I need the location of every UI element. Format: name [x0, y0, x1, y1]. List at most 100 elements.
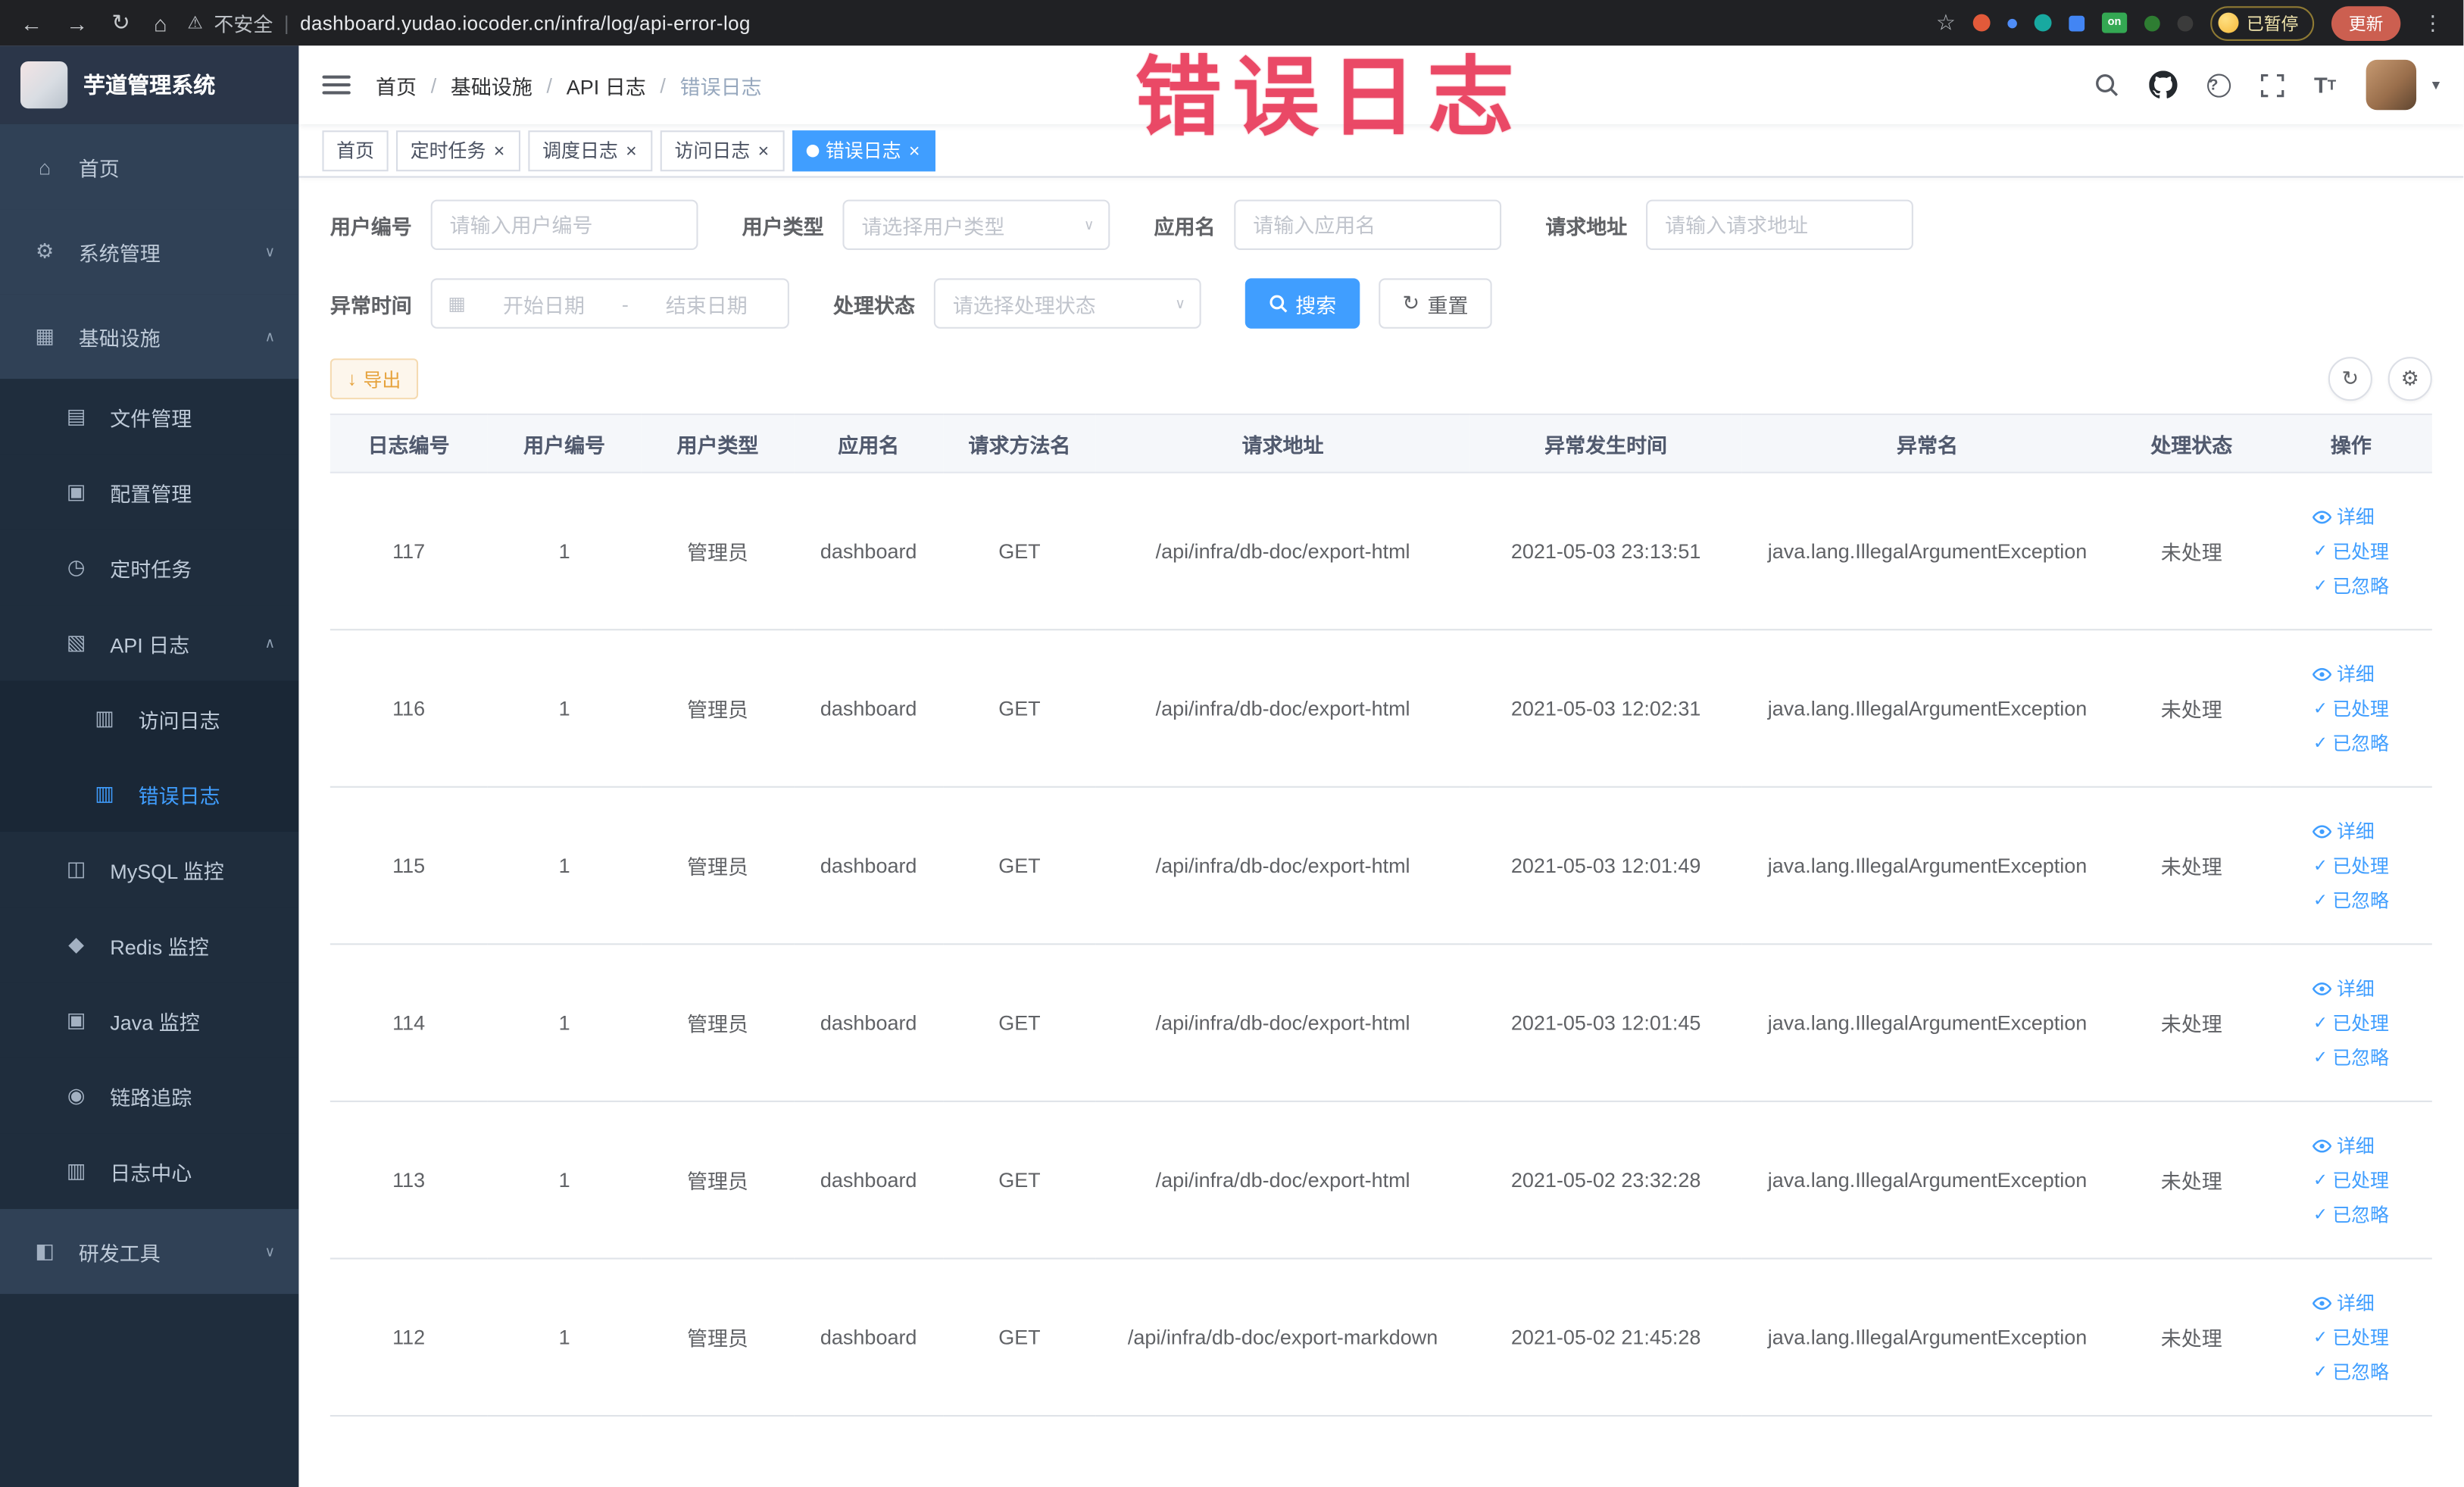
- sidebar-item-scheduled-jobs[interactable]: ◷ 定时任务: [0, 530, 299, 606]
- extension-icon-1[interactable]: [1972, 14, 1991, 32]
- home-icon[interactable]: ⌂: [154, 10, 167, 35]
- mark-ignored-link[interactable]: ✓ 已忽略: [2313, 1201, 2389, 1228]
- extension-on-badge[interactable]: on: [2101, 12, 2128, 33]
- update-button[interactable]: 更新: [2331, 5, 2401, 40]
- github-icon[interactable]: [2149, 70, 2178, 98]
- address-bar[interactable]: ⚠ 不安全 | dashboard.yudao.iocoder.cn/infra…: [187, 8, 750, 37]
- avatar[interactable]: [2366, 59, 2416, 111]
- mark-processed-link[interactable]: ✓ 已处理: [2313, 695, 2389, 721]
- ignored-link-label: 已忽略: [2332, 889, 2389, 912]
- column-settings-button[interactable]: ⚙: [2387, 357, 2432, 401]
- detail-link[interactable]: 详细: [2313, 975, 2375, 1001]
- extension-icon-5[interactable]: [2144, 14, 2160, 31]
- user-id-input[interactable]: [430, 199, 698, 251]
- reset-button[interactable]: ↻ 重置: [1379, 278, 1492, 329]
- tab-scheduled-jobs[interactable]: 定时任务 ×: [396, 130, 521, 171]
- cell-url: /api/infra/db-doc/export-html: [1095, 944, 1470, 1102]
- export-button[interactable]: ↓ 导出: [329, 358, 419, 400]
- tab-home[interactable]: 首页: [322, 130, 389, 171]
- back-icon[interactable]: ←: [20, 10, 42, 35]
- mark-processed-link[interactable]: ✓ 已处理: [2313, 1324, 2389, 1351]
- mark-ignored-link[interactable]: ✓ 已忽略: [2313, 572, 2389, 598]
- sidebar-item-label: 定时任务: [110, 557, 192, 581]
- mark-ignored-link[interactable]: ✓ 已忽略: [2313, 887, 2389, 914]
- extension-icon-2[interactable]: [2007, 17, 2017, 28]
- detail-link[interactable]: 详细: [2313, 503, 2375, 530]
- sidebar-item-home[interactable]: ⌂ 首页: [0, 123, 299, 210]
- mark-ignored-link[interactable]: ✓ 已忽略: [2313, 1044, 2389, 1070]
- sidebar-item-label: MySQL 监控: [110, 859, 224, 883]
- search-button[interactable]: 搜索: [1244, 278, 1360, 329]
- caret-down-icon[interactable]: ▾: [2432, 77, 2440, 94]
- cell-time: 2021-05-02 23:32:28: [1469, 1101, 1742, 1260]
- help-icon[interactable]: ?: [2206, 73, 2231, 97]
- sidebar-item-api-log[interactable]: ▧ API 日志 ∧: [0, 605, 299, 681]
- detail-link[interactable]: 详细: [2313, 661, 2375, 687]
- refresh-table-button[interactable]: ↻: [2328, 357, 2372, 401]
- detail-link[interactable]: 详细: [2313, 817, 2375, 844]
- sidebar-item-config-management[interactable]: ▣ 配置管理: [0, 454, 299, 530]
- font-size-icon[interactable]: TT: [2314, 72, 2336, 97]
- close-icon[interactable]: ×: [757, 141, 771, 160]
- tab-error-log[interactable]: 错误日志 ×: [792, 130, 936, 171]
- mark-processed-link[interactable]: ✓ 已处理: [2313, 538, 2389, 564]
- sidebar-item-redis-monitor[interactable]: ◆ Redis 监控: [0, 907, 299, 983]
- mark-ignored-link[interactable]: ✓ 已忽略: [2313, 729, 2389, 756]
- extension-icon-4[interactable]: [2069, 14, 2085, 31]
- app-name-input[interactable]: [1234, 199, 1502, 251]
- reload-icon[interactable]: ↻: [111, 9, 130, 36]
- breadcrumb-infrastructure[interactable]: 基础设施: [451, 70, 532, 99]
- user-type-select[interactable]: 请选择用户类型 ∨: [842, 199, 1110, 251]
- detail-link[interactable]: 详细: [2313, 1289, 2375, 1316]
- cell-url: /api/infra/db-doc/export-markdown: [1095, 1258, 1470, 1417]
- close-icon[interactable]: ×: [907, 141, 922, 160]
- forward-icon[interactable]: →: [66, 10, 88, 35]
- app-logo[interactable]: 芋道管理系统: [0, 45, 299, 124]
- bookmark-star-icon[interactable]: ☆: [1936, 9, 1956, 36]
- config-icon: ▣: [66, 480, 86, 504]
- sidebar-item-mysql-monitor[interactable]: ◫ MySQL 监控: [0, 831, 299, 908]
- detail-link[interactable]: 详细: [2313, 1132, 2375, 1158]
- table-row: 117 1 管理员 dashboard GET /api/infra/db-do…: [329, 472, 2432, 631]
- exception-time-label: 异常时间: [329, 293, 412, 317]
- tab-schedule-log[interactable]: 调度日志 ×: [528, 130, 653, 171]
- sidebar-item-system-management[interactable]: ⚙ 系统管理 ∨: [0, 209, 299, 295]
- extension-icon-6[interactable]: [2177, 14, 2194, 31]
- active-tab-dot: [806, 143, 820, 157]
- sidebar-item-label: 系统管理: [78, 241, 161, 265]
- sidebar-item-dev-tools[interactable]: ◧ 研发工具 ∨: [0, 1209, 299, 1295]
- date-range-picker[interactable]: ▦ 开始日期 - 结束日期: [430, 278, 789, 329]
- fullscreen-icon[interactable]: [2260, 73, 2284, 97]
- close-icon[interactable]: ×: [492, 141, 507, 160]
- cell-time: 2021-05-02 21:45:28: [1469, 1258, 1742, 1417]
- ignored-link-label: 已忽略: [2332, 1204, 2389, 1226]
- request-url-input[interactable]: [1646, 199, 1914, 251]
- sidebar-item-tracing[interactable]: ◉ 链路追踪: [0, 1057, 299, 1134]
- sidebar-item-file-management[interactable]: ▤ 文件管理: [0, 379, 299, 455]
- eye-icon: [2313, 824, 2332, 838]
- check-icon: ✓: [2313, 1363, 2328, 1382]
- sidebar-item-error-log[interactable]: ▥ 错误日志: [0, 756, 299, 832]
- mark-processed-link[interactable]: ✓ 已处理: [2313, 852, 2389, 879]
- sidebar-item-access-log[interactable]: ▥ 访问日志: [0, 680, 299, 757]
- close-icon[interactable]: ×: [624, 141, 639, 160]
- tab-access-log[interactable]: 访问日志 ×: [660, 130, 785, 171]
- breadcrumb-api-log[interactable]: API 日志: [567, 70, 646, 99]
- sidebar-item-infrastructure[interactable]: ▦ 基础设施 ∧: [0, 294, 299, 380]
- process-status-select[interactable]: 请选择处理状态 ∨: [933, 278, 1201, 329]
- sidebar-item-log-center[interactable]: ▥ 日志中心: [0, 1133, 299, 1210]
- hamburger-icon[interactable]: [322, 75, 351, 95]
- paused-badge[interactable]: 已暂停: [2210, 5, 2315, 40]
- breadcrumb-home[interactable]: 首页: [376, 70, 417, 99]
- home-menu-icon: ⌂: [38, 155, 52, 179]
- mark-processed-link[interactable]: ✓ 已处理: [2313, 1167, 2389, 1193]
- mark-processed-link[interactable]: ✓ 已处理: [2313, 1009, 2389, 1036]
- cell-status: 未处理: [2113, 629, 2271, 788]
- process-status-label: 处理状态: [833, 293, 916, 317]
- column-header: 请求方法名: [943, 413, 1096, 473]
- search-icon[interactable]: [2094, 72, 2119, 97]
- extension-icon-3[interactable]: [2034, 14, 2052, 32]
- browser-menu-icon[interactable]: ⋮: [2418, 10, 2447, 35]
- sidebar-item-java-monitor[interactable]: ▣ Java 监控: [0, 982, 299, 1058]
- mark-ignored-link[interactable]: ✓ 已忽略: [2313, 1358, 2389, 1385]
